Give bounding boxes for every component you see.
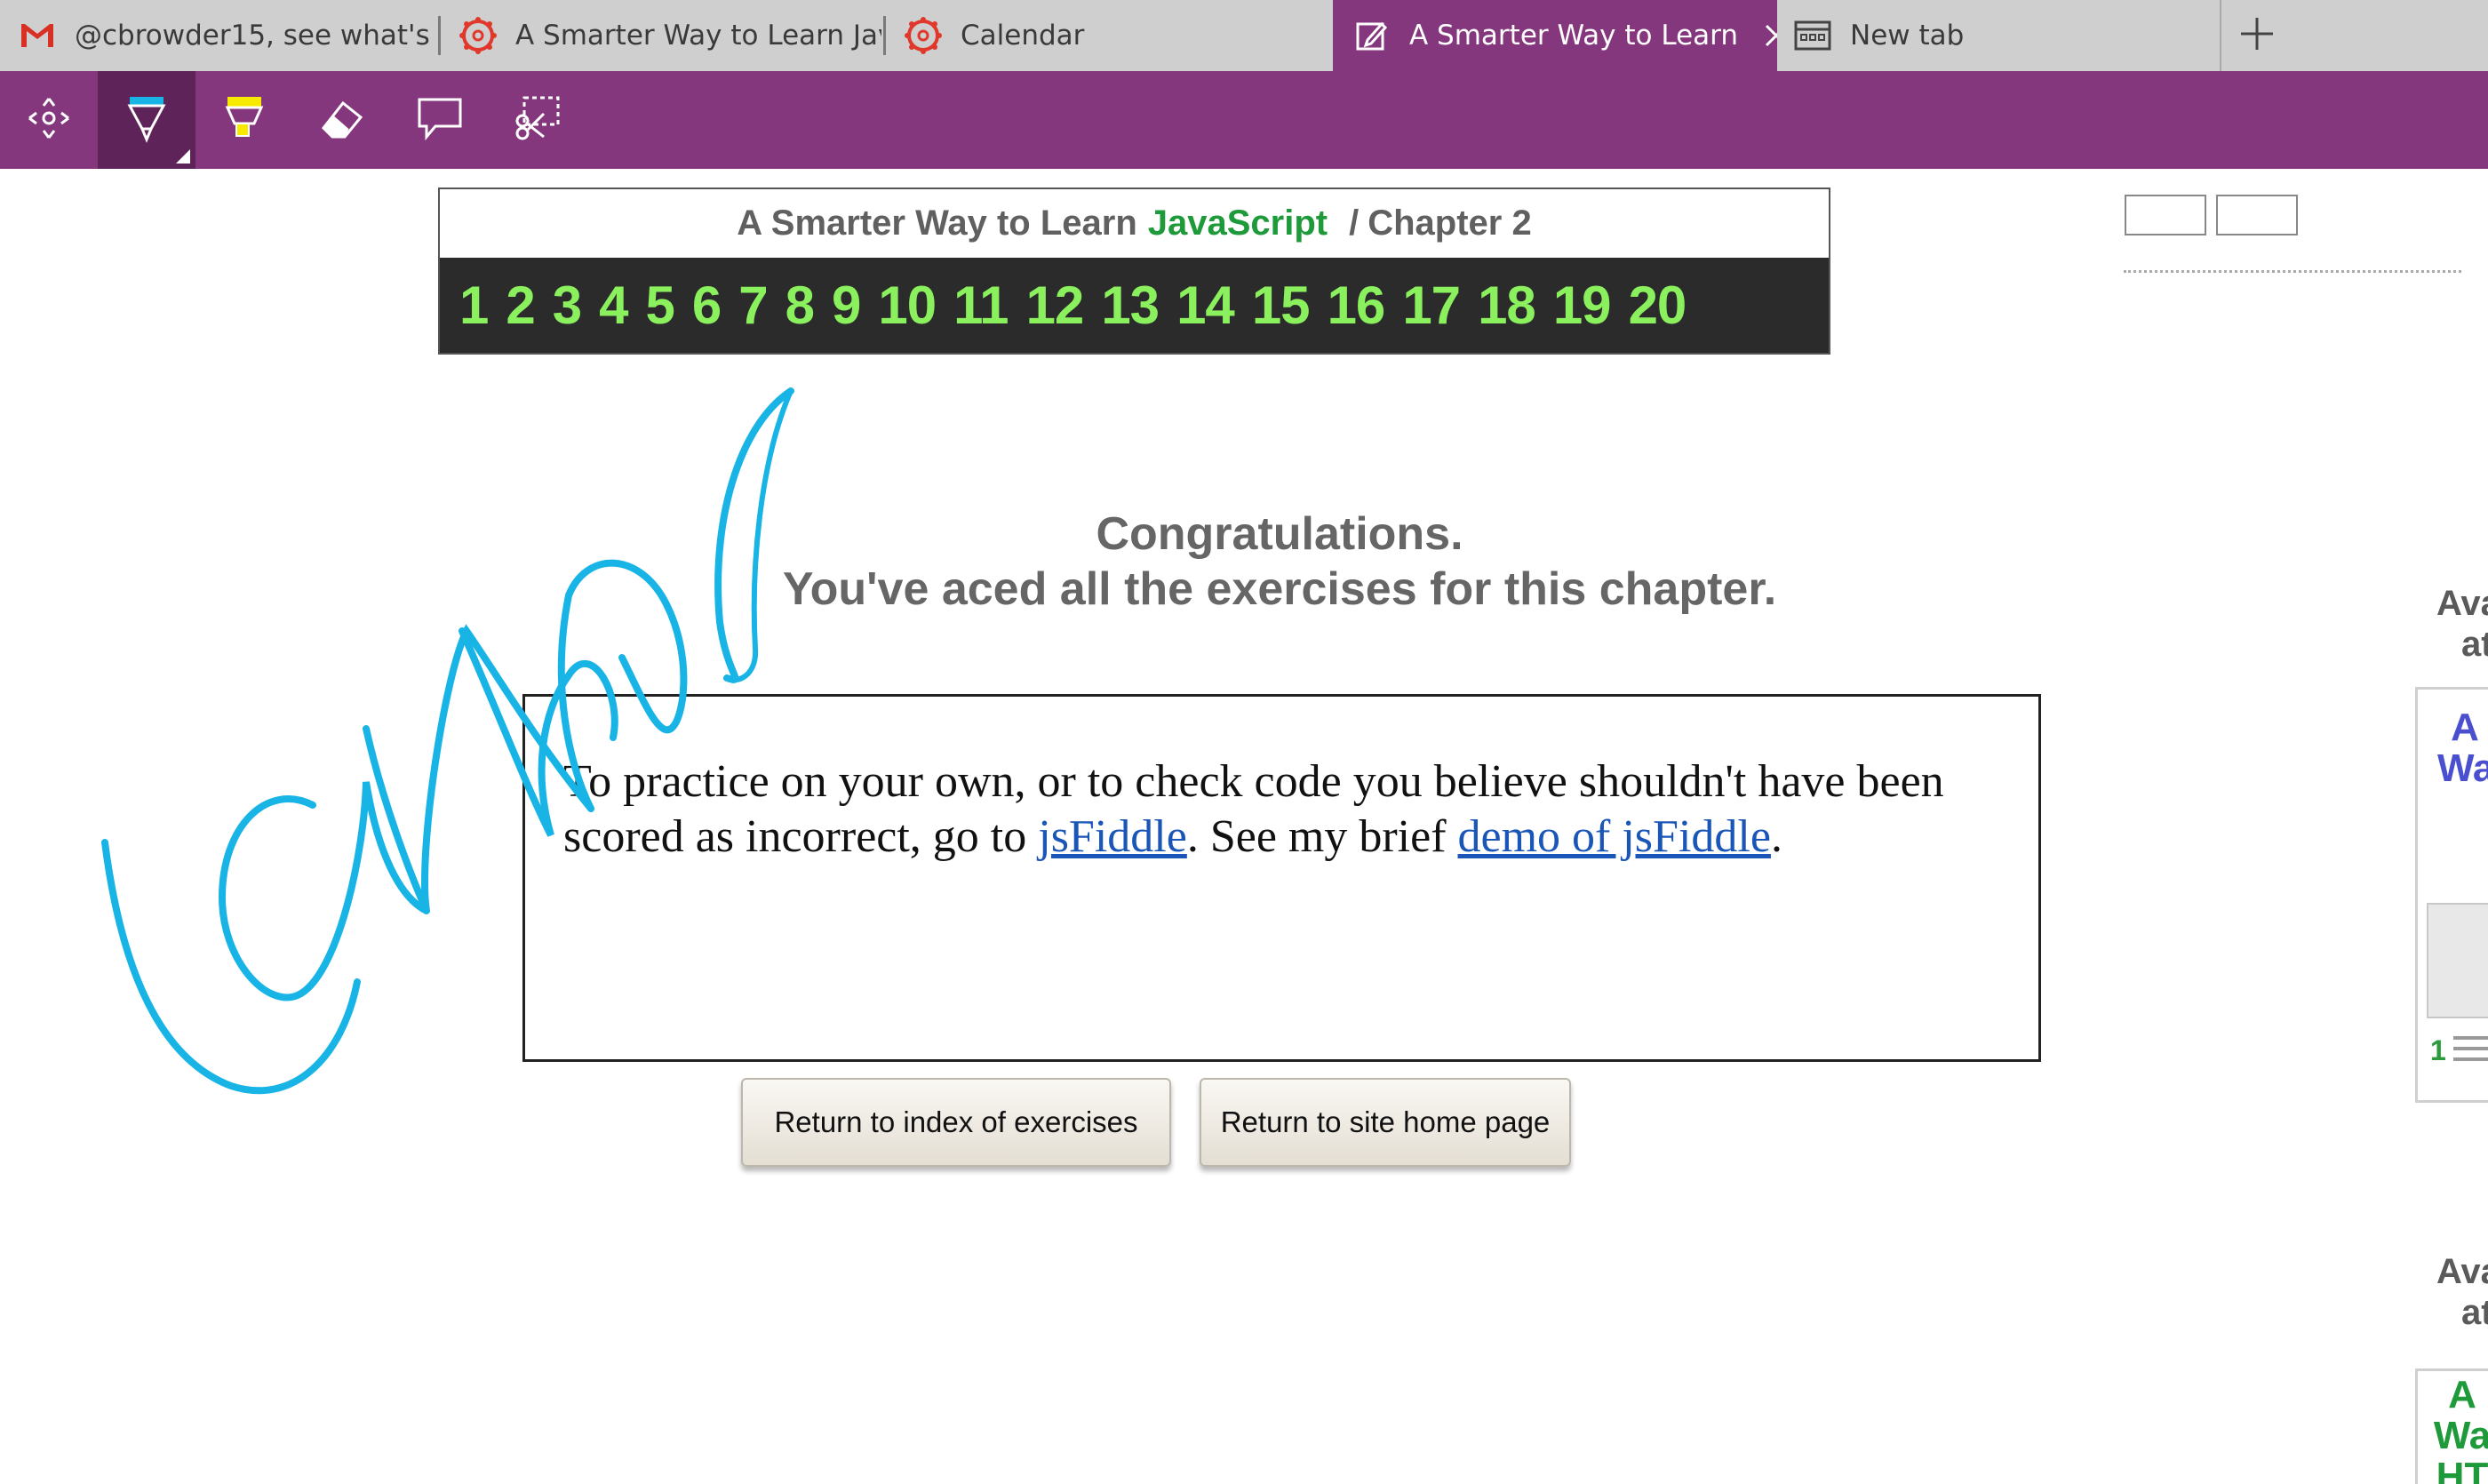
availability-text: Ava at — [2436, 583, 2488, 665]
sidebar-small-box[interactable] — [2125, 195, 2206, 235]
availability-line: at — [2461, 625, 2488, 664]
chapter-link[interactable]: 20 — [1629, 275, 1687, 336]
availability-line: Ava — [2436, 584, 2488, 623]
tab-separator — [438, 16, 441, 55]
eraser-icon — [318, 96, 366, 144]
tab-title: Calendar — [961, 20, 1085, 52]
chapter-link[interactable]: 13 — [1101, 275, 1160, 336]
clip-button[interactable] — [489, 71, 586, 169]
clip-icon — [514, 94, 562, 146]
plus-icon — [2239, 16, 2275, 55]
tab-title: New tab — [1850, 20, 1965, 52]
ballpoint-pen-icon — [124, 93, 169, 147]
close-tab-icon[interactable] — [1761, 20, 1777, 51]
edit-note-icon — [1352, 16, 1392, 55]
tab-strip: @cbrowder15, see what's h A Smarter Way … — [0, 0, 2488, 71]
chapter-link[interactable]: 14 — [1176, 275, 1235, 336]
new-tab-button[interactable] — [2221, 0, 2293, 71]
tab-title: A Smarter Way to Learn — [1409, 20, 1738, 52]
chapter-link[interactable]: 18 — [1478, 275, 1536, 336]
tab-title: @cbrowder15, see what's h — [75, 20, 435, 52]
practice-info-box: To practice on your own, or to check cod… — [522, 694, 2041, 1062]
return-to-index-button[interactable]: Return to index of exercises — [741, 1078, 1171, 1167]
book-cover-html[interactable]: A Wa HT — [2415, 1368, 2488, 1484]
return-to-home-button[interactable]: Return to site home page — [1200, 1078, 1571, 1167]
chapter-link[interactable]: 8 — [785, 275, 815, 336]
demo-jsfiddle-link[interactable]: demo of jsFiddle — [1458, 811, 1771, 862]
title-prefix: A Smarter Way to Learn — [737, 203, 1137, 243]
canvas-icon — [904, 16, 943, 55]
add-note-icon — [416, 96, 464, 144]
eraser-button[interactable] — [293, 71, 391, 169]
sidebar-small-box[interactable] — [2216, 195, 2298, 235]
chapter-link[interactable]: 4 — [599, 275, 628, 336]
tab-calendar[interactable]: Calendar — [888, 0, 1332, 71]
add-note-button[interactable] — [391, 71, 489, 169]
highlighter-button[interactable] — [195, 71, 293, 169]
web-note-toolbar — [0, 71, 2488, 169]
book-image — [2427, 903, 2488, 1018]
chapter-link[interactable]: 7 — [738, 275, 768, 336]
book-caption-line — [2453, 1047, 2488, 1050]
chapter-link[interactable]: 19 — [1553, 275, 1612, 336]
tool-options-indicator — [176, 149, 190, 164]
title-javascript: JavaScript — [1147, 203, 1328, 243]
book-step-number: 1 — [2430, 1034, 2446, 1066]
title-chapter: Chapter 2 — [1368, 203, 1532, 243]
tab-active-smarter-way[interactable]: A Smarter Way to Learn — [1333, 0, 1777, 71]
chapter-link[interactable]: 10 — [878, 275, 937, 336]
availability-text: Ava at — [2436, 1251, 2488, 1333]
book-title: A Wa — [2437, 706, 2488, 790]
congrats-line-1: Congratulations. — [1096, 508, 1463, 560]
chapter-link[interactable]: 5 — [646, 275, 675, 336]
congrats-line-2: You've aced all the exercises for this c… — [782, 563, 1777, 615]
touch-write-button[interactable] — [0, 71, 98, 169]
tab-title: A Smarter Way to Learn Jav — [515, 20, 881, 52]
congratulations-message: Congratulations. You've aced all the exe… — [604, 507, 1955, 617]
availability-line: Ava — [2436, 1252, 2488, 1291]
chapter-link[interactable]: 3 — [553, 275, 582, 336]
chapter-link[interactable]: 6 — [692, 275, 722, 336]
tab-gmail[interactable]: @cbrowder15, see what's h — [0, 0, 435, 71]
availability-line: at — [2461, 1293, 2488, 1332]
jsfiddle-link[interactable]: jsFiddle — [1038, 811, 1187, 862]
book-cover-javascript[interactable]: A Wa 1 — [2415, 687, 2488, 1103]
chapter-header: A Smarter Way to Learn JavaScript / Chap… — [438, 187, 1830, 355]
chapter-link[interactable]: 15 — [1252, 275, 1311, 336]
book-caption-line — [2453, 1057, 2488, 1061]
page-title: A Smarter Way to Learn JavaScript / Chap… — [440, 189, 1829, 258]
chapter-link[interactable]: 2 — [506, 275, 535, 336]
practice-text: . See my brief — [1186, 811, 1458, 862]
chapter-link[interactable]: 9 — [832, 275, 861, 336]
canvas-icon — [459, 16, 498, 55]
chapter-link[interactable]: 1 — [459, 275, 489, 336]
chapter-navigation: 1 2 3 4 5 6 7 8 9 10 11 12 13 14 15 16 1… — [440, 258, 1829, 353]
touch-write-icon — [26, 95, 72, 145]
chapter-link[interactable]: 16 — [1328, 275, 1386, 336]
new-tab-page-icon — [1793, 16, 1832, 55]
chapter-link[interactable]: 12 — [1026, 275, 1085, 336]
highlighter-icon — [222, 93, 267, 147]
title-separator: / — [1349, 203, 1360, 243]
tab-smarter-way-javascript[interactable]: A Smarter Way to Learn Jav — [443, 0, 881, 71]
tab-separator — [883, 16, 886, 55]
gmail-icon — [18, 16, 57, 55]
divider — [2124, 270, 2461, 273]
chapter-link[interactable]: 11 — [953, 275, 1009, 336]
ballpoint-pen-button[interactable] — [98, 71, 195, 169]
tab-new-tab[interactable]: New tab — [1779, 0, 2220, 71]
practice-text: . — [1770, 811, 1782, 862]
book-title: A Wa HT — [2433, 1373, 2488, 1484]
book-caption-line — [2453, 1036, 2488, 1040]
practice-paragraph: To practice on your own, or to check cod… — [563, 754, 2003, 865]
chapter-link[interactable]: 17 — [1402, 275, 1461, 336]
